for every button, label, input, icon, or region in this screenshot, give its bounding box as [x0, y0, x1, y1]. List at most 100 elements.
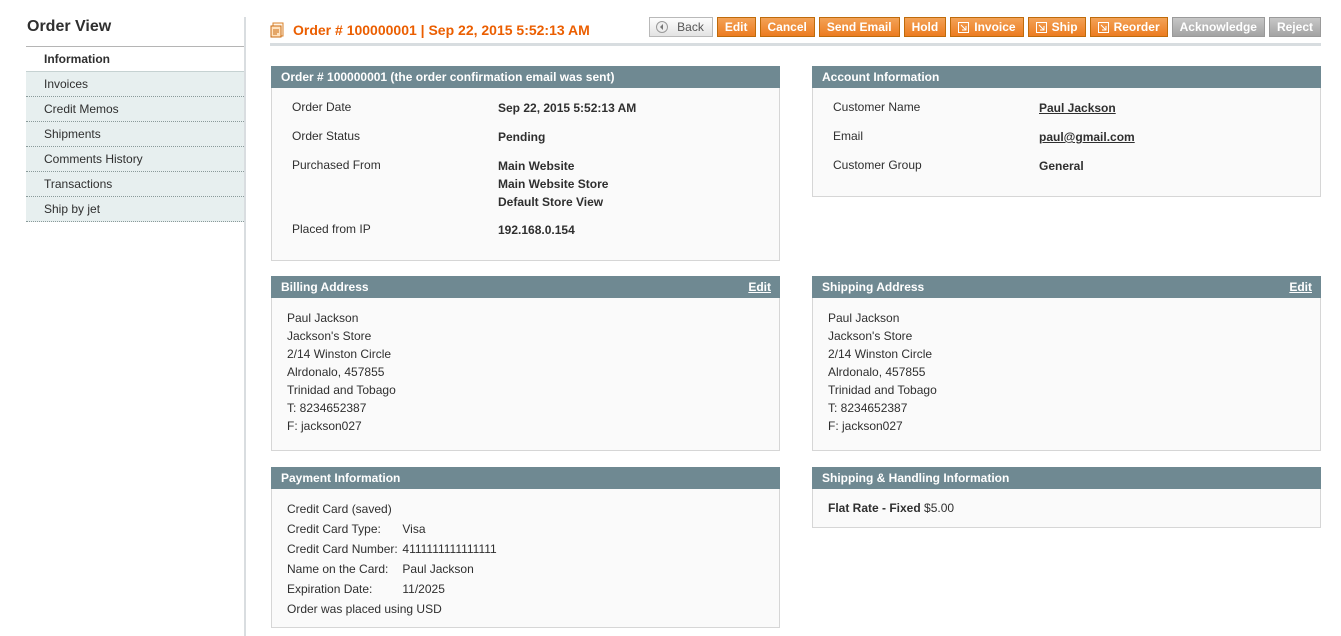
send-email-button[interactable]: Send Email	[818, 17, 900, 37]
sidebar: Order View Information Invoices Credit M…	[26, 14, 246, 222]
shipping-company: Jackson's Store	[828, 329, 913, 343]
customer-group-value: General	[1039, 159, 1084, 173]
reject-button[interactable]: Reject	[1268, 17, 1321, 37]
tab-information[interactable]: Information	[26, 47, 246, 72]
shipping-price: $5.00	[924, 501, 955, 515]
email-label: Email	[833, 129, 864, 143]
customer-group-label: Customer Group	[833, 158, 922, 172]
shipping-handling-heading-text: Shipping & Handling Information	[822, 471, 1010, 485]
purchased-from-row: Purchased From Main Website Main Website…	[272, 150, 779, 214]
placed-ip-row: Placed from IP 192.168.0.154	[272, 214, 779, 243]
purchased-from-store: Main Website Store	[498, 177, 609, 191]
account-info-body: Customer Name Paul Jackson Email paul@gm…	[812, 88, 1321, 197]
billing-street: 2/14 Winston Circle	[287, 347, 392, 361]
shipping-handling-box: Shipping & Handling Information Flat Rat…	[812, 467, 1321, 528]
card-number-row: Credit Card Number: 4111111111111111	[285, 539, 499, 559]
payment-details-table: Credit Card Type: Visa Credit Card Numbe…	[285, 519, 499, 599]
sidebar-divider	[244, 17, 246, 636]
shipping-address-heading: Shipping Address Edit	[812, 276, 1321, 298]
tab-transactions[interactable]: Transactions	[26, 172, 246, 197]
order-icon	[270, 22, 286, 38]
order-status-row: Order Status Pending	[272, 121, 779, 150]
shipping-fax: F: jackson027	[828, 419, 903, 433]
back-button[interactable]: Back	[649, 17, 713, 37]
order-info-body: Order Date Sep 22, 2015 5:52:13 AM Order…	[271, 88, 780, 261]
card-type-row: Credit Card Type: Visa	[285, 519, 499, 539]
reorder-icon	[1097, 21, 1109, 33]
billing-phone: T: 8234652387	[287, 401, 367, 415]
shipping-name: Paul Jackson	[828, 311, 900, 325]
purchased-from-value: Main Website Main Website Store Default …	[498, 157, 608, 211]
order-status-label: Order Status	[292, 129, 361, 143]
shipping-address-body: Paul Jackson Jackson's Store 2/14 Winsto…	[812, 298, 1321, 451]
hold-button[interactable]: Hold	[903, 17, 947, 37]
tab-credit-memos[interactable]: Credit Memos	[26, 97, 246, 122]
billing-edit-link[interactable]: Edit	[748, 276, 771, 298]
card-number-label: Credit Card Number:	[287, 542, 398, 556]
back-button-label: Back	[677, 20, 704, 34]
payment-method: Credit Card (saved)	[287, 502, 392, 516]
shipping-edit-link[interactable]: Edit	[1289, 276, 1312, 298]
customer-name-link[interactable]: Paul Jackson	[1039, 99, 1116, 117]
cancel-button[interactable]: Cancel	[759, 17, 815, 37]
payment-info-body: Credit Card (saved) Credit Card Type: Vi…	[271, 489, 780, 628]
shipping-phone: T: 8234652387	[828, 401, 908, 415]
invoice-icon	[958, 21, 970, 33]
page-title-wrap: Order # 100000001 | Sep 22, 2015 5:52:13…	[270, 22, 590, 38]
billing-address-heading: Billing Address Edit	[271, 276, 780, 298]
card-exp-label: Expiration Date:	[287, 582, 373, 596]
reorder-button-label: Reorder	[1113, 20, 1160, 34]
purchased-from-label: Purchased From	[292, 158, 381, 172]
tab-comments-history[interactable]: Comments History	[26, 147, 246, 172]
billing-name: Paul Jackson	[287, 311, 359, 325]
card-exp-value: 11/2025	[402, 582, 445, 596]
tab-ship-by-jet[interactable]: Ship by jet	[26, 197, 246, 222]
account-info-heading: Account Information	[812, 66, 1321, 88]
order-info-box: Order # 100000001 (the order confirmatio…	[271, 66, 780, 261]
invoice-button-label: Invoice	[974, 20, 1016, 34]
order-date-row: Order Date Sep 22, 2015 5:52:13 AM	[272, 92, 779, 121]
ship-button-label: Ship	[1051, 20, 1078, 34]
arrow-left-icon	[656, 21, 669, 33]
ship-button[interactable]: Ship	[1027, 17, 1086, 37]
email-row: Email paul@gmail.com	[813, 121, 1320, 150]
acknowledge-button[interactable]: Acknowledge	[1171, 17, 1265, 37]
placed-ip-value: 192.168.0.154	[498, 223, 575, 237]
billing-company: Jackson's Store	[287, 329, 372, 343]
card-exp-row: Expiration Date: 11/2025	[285, 579, 499, 599]
account-info-heading-text: Account Information	[822, 70, 940, 84]
card-type-label: Credit Card Type:	[287, 522, 381, 536]
tab-shipments[interactable]: Shipments	[26, 122, 246, 147]
email-link[interactable]: paul@gmail.com	[1039, 128, 1135, 146]
purchased-from-website: Main Website	[498, 159, 575, 173]
purchased-from-view: Default Store View	[498, 195, 604, 209]
shipping-street: 2/14 Winston Circle	[828, 347, 933, 361]
page-title: Order # 100000001 | Sep 22, 2015 5:52:13…	[293, 22, 590, 38]
shipping-handling-heading: Shipping & Handling Information	[812, 467, 1321, 489]
shipping-country: Trinidad and Tobago	[828, 383, 937, 397]
order-info-heading: Order # 100000001 (the order confirmatio…	[271, 66, 780, 88]
shipping-address-heading-text: Shipping Address	[822, 280, 925, 294]
tab-invoices[interactable]: Invoices	[26, 72, 246, 97]
reorder-button[interactable]: Reorder	[1089, 17, 1168, 37]
order-info-heading-text: Order # 100000001 (the order confirmatio…	[281, 70, 615, 84]
shipping-city: Alrdonalo, 457855	[828, 365, 926, 379]
billing-city: Alrdonalo, 457855	[287, 365, 385, 379]
billing-address-body: Paul Jackson Jackson's Store 2/14 Winsto…	[271, 298, 780, 451]
card-name-row: Name on the Card: Paul Jackson	[285, 559, 499, 579]
card-name-label: Name on the Card:	[287, 562, 389, 576]
invoice-button[interactable]: Invoice	[950, 17, 1024, 37]
card-number-value: 4111111111111111	[402, 542, 497, 556]
currency-note: Order was placed using USD	[287, 602, 442, 616]
edit-button[interactable]: Edit	[716, 17, 756, 37]
placed-ip-label: Placed from IP	[292, 222, 371, 236]
shipping-handling-body: Flat Rate - Fixed $5.00	[812, 489, 1321, 528]
customer-name-row: Customer Name Paul Jackson	[813, 92, 1320, 121]
shipping-method: Flat Rate - Fixed	[828, 501, 921, 515]
ship-icon	[1035, 21, 1047, 33]
customer-group-row: Customer Group General	[813, 150, 1320, 179]
shipping-address-box: Shipping Address Edit Paul Jackson Jacks…	[812, 276, 1321, 451]
order-date-value: Sep 22, 2015 5:52:13 AM	[498, 101, 637, 115]
billing-country: Trinidad and Tobago	[287, 383, 396, 397]
customer-name-label: Customer Name	[833, 100, 921, 114]
